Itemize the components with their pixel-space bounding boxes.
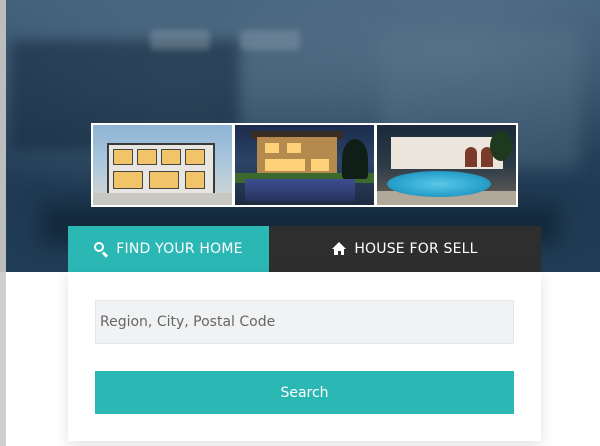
night-house-pool-photo[interactable] (235, 125, 374, 205)
window-shape (185, 171, 205, 189)
search-tabs: FIND YOUR HOME HOUSE FOR SELL (68, 226, 541, 272)
pool-shape (245, 179, 355, 201)
lit-window-shape (265, 159, 305, 171)
lit-window-shape (265, 143, 279, 153)
hero-blur-shape (150, 30, 210, 50)
lit-window-shape (311, 159, 329, 171)
window-shape (185, 149, 205, 165)
tree-shape (342, 139, 368, 179)
property-gallery (91, 123, 518, 207)
lit-window-shape (287, 143, 301, 153)
pool-shape (387, 171, 491, 197)
window-shape (113, 149, 133, 165)
arch-shape (465, 147, 477, 167)
tab-label: HOUSE FOR SELL (354, 241, 478, 257)
tab-house-for-sell[interactable]: HOUSE FOR SELL (269, 226, 541, 272)
window-shape (137, 149, 157, 165)
window-edge (0, 272, 6, 446)
window-shape (149, 171, 179, 189)
tab-find-your-home[interactable]: FIND YOUR HOME (68, 226, 269, 272)
search-button[interactable]: Search (95, 371, 514, 414)
ground-shape (93, 193, 232, 205)
tab-label: FIND YOUR HOME (116, 241, 243, 257)
location-search-input[interactable] (95, 300, 514, 344)
palm-shape (490, 131, 512, 161)
modern-house-photo[interactable] (93, 125, 232, 205)
search-panel: Search (68, 272, 541, 441)
home-icon (332, 242, 347, 256)
window-shape (113, 171, 143, 189)
hero-blur-shape (240, 30, 300, 50)
window-shape (161, 149, 181, 165)
villa-pool-photo[interactable] (377, 125, 516, 205)
search-icon (94, 242, 109, 258)
